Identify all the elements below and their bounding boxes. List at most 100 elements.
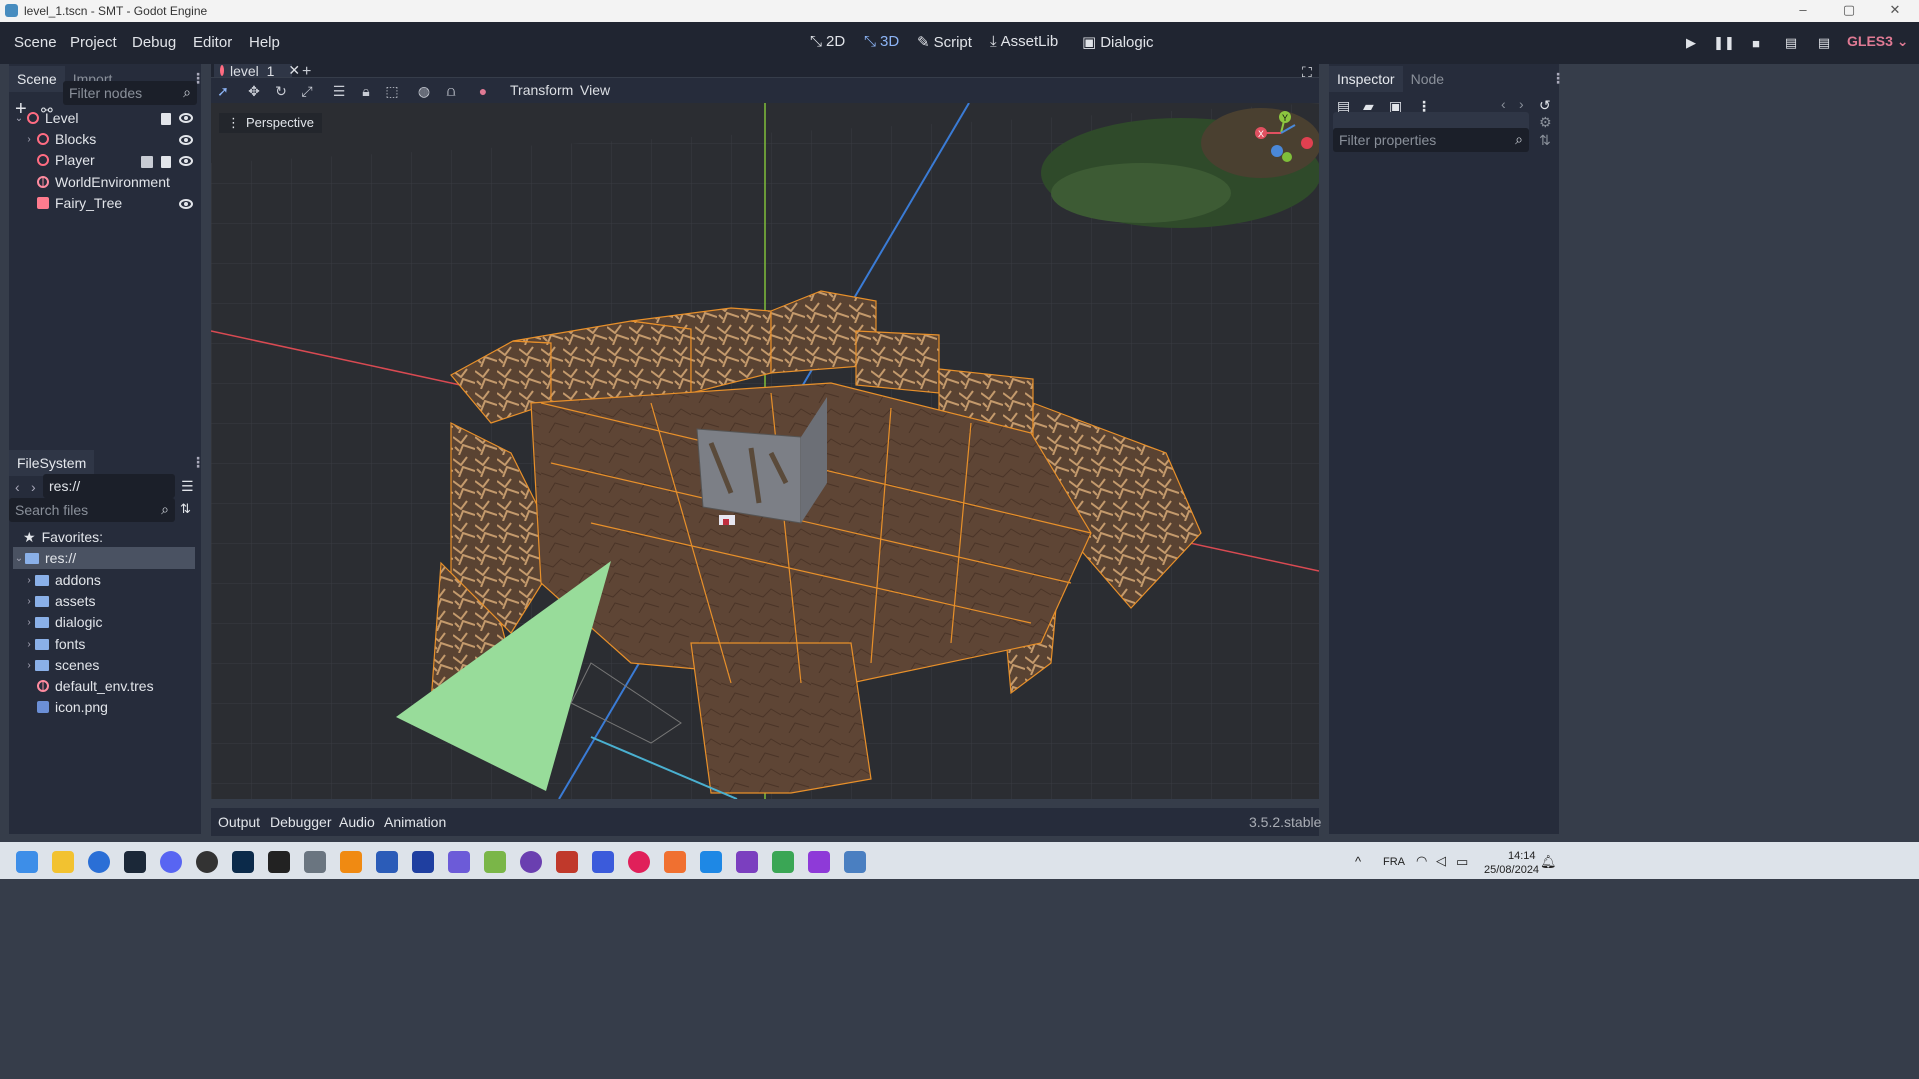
volume-icon[interactable]: ◁ [1436, 853, 1446, 869]
menu-debug[interactable]: Debug [132, 34, 176, 51]
lock-icon[interactable]: 🔒︎ [357, 82, 375, 100]
chevron-right-icon[interactable]: › [23, 596, 35, 607]
filter-nodes-input[interactable]: Filter nodes ⌕ [63, 81, 197, 105]
tree-node-player[interactable]: Player [35, 149, 95, 171]
script-attached-icon[interactable] [161, 113, 171, 125]
steam-icon[interactable] [124, 851, 146, 873]
menu-scene[interactable]: Scene [14, 34, 57, 51]
l-app-icon[interactable] [412, 851, 434, 873]
3d-viewport[interactable]: Y X ⋮ Perspective [211, 103, 1319, 799]
back-icon[interactable]: ‹ [15, 479, 20, 495]
terminal-icon[interactable] [592, 851, 614, 873]
chevron-right-icon[interactable]: › [23, 660, 35, 671]
chevron-right-icon[interactable]: › [23, 639, 35, 650]
tab-output[interactable]: Output [218, 814, 260, 830]
perspective-menu[interactable]: ⋮ Perspective [219, 113, 322, 133]
word-icon[interactable] [376, 851, 398, 873]
snap-icon[interactable]: ⩍ [442, 82, 460, 100]
minimize-button[interactable]: – [1780, 0, 1826, 22]
local-space-icon[interactable]: ◍ [415, 82, 433, 100]
group-icon[interactable]: ⬚ [383, 82, 401, 100]
windows-start-icon[interactable] [16, 851, 38, 873]
list-view-icon[interactable]: ☰ [181, 478, 194, 495]
visibility-eye-icon[interactable] [179, 135, 193, 145]
menu-project[interactable]: Project [70, 34, 117, 51]
visibility-eye-icon[interactable] [179, 156, 193, 166]
tab-debugger[interactable]: Debugger [270, 814, 332, 830]
list-select-icon[interactable]: ☰ [330, 82, 348, 100]
chevron-right-icon[interactable]: › [23, 575, 35, 586]
workspace-2d-button[interactable]: ⤡ 2D [810, 33, 845, 50]
renderer-dropdown[interactable]: GLES3 ⌄ [1847, 33, 1909, 50]
tab-node[interactable]: Node [1403, 66, 1452, 92]
vpn-icon[interactable] [448, 851, 470, 873]
app-green-icon[interactable] [772, 851, 794, 873]
unity-icon[interactable] [268, 851, 290, 873]
clock-time[interactable]: 14:14 [1508, 850, 1536, 862]
pause-icon[interactable]: ❚❚ [1713, 32, 1735, 54]
battery-icon[interactable]: ▭ [1456, 854, 1468, 870]
menu-editor[interactable]: Editor [193, 34, 232, 51]
history-forward-icon[interactable]: › [1519, 96, 1524, 112]
file-explorer-icon[interactable] [52, 851, 74, 873]
open-scene-icon[interactable] [141, 156, 153, 168]
file-item[interactable]: default_env.tres [35, 675, 154, 697]
firefox-icon[interactable] [88, 851, 110, 873]
play-scene-icon[interactable]: ▤ [1780, 32, 1802, 54]
search-files-input[interactable]: Search files ⌕ [9, 498, 175, 522]
transform-menu[interactable]: Transform [510, 82, 573, 98]
menu-help[interactable]: Help [249, 34, 280, 51]
image-app-icon[interactable] [304, 851, 326, 873]
favorites-row[interactable]: ★ Favorites: [23, 526, 103, 548]
discord-icon[interactable] [160, 851, 182, 873]
play-custom-scene-icon[interactable]: ▤ [1813, 32, 1835, 54]
close-window-button[interactable]: ✕ [1872, 0, 1918, 22]
filter-properties-input[interactable]: Filter properties ⌕ [1333, 128, 1529, 152]
tab-filesystem[interactable]: FileSystem [9, 450, 95, 476]
rotate-tool-icon[interactable]: ↻ [272, 82, 290, 100]
godot-app-icon[interactable] [808, 851, 830, 873]
visual-studio-icon[interactable] [736, 851, 758, 873]
play-icon[interactable]: ▶ [1680, 32, 1702, 54]
path-field[interactable]: res:// [43, 474, 175, 498]
tab-audio[interactable]: Audio [339, 814, 375, 830]
language-indicator[interactable]: FRA [1383, 856, 1405, 868]
chevron-right-icon[interactable]: › [23, 134, 35, 145]
forward-icon[interactable]: › [31, 479, 36, 495]
folder-item[interactable]: › scenes [23, 654, 99, 676]
camera-override-icon[interactable]: ● [474, 82, 492, 100]
tab-inspector[interactable]: Inspector [1329, 66, 1403, 92]
select-tool-icon[interactable]: ➚ [214, 82, 232, 100]
tray-chevron-icon[interactable]: ^ [1355, 854, 1361, 869]
visibility-eye-icon[interactable] [179, 199, 193, 209]
folder-item[interactable]: › assets [23, 590, 95, 612]
visibility-eye-icon[interactable] [179, 113, 193, 123]
folder-item[interactable]: › fonts [23, 633, 85, 655]
tree-node-worldenvironment[interactable]: WorldEnvironment [35, 171, 170, 193]
app-orange-icon[interactable] [664, 851, 686, 873]
history-icon[interactable]: ↺ [1539, 97, 1551, 114]
godot-editor-icon[interactable] [844, 851, 866, 873]
view-menu[interactable]: View [580, 82, 610, 98]
chevron-down-icon[interactable]: ⌄ [13, 553, 25, 564]
workspace-3d-button[interactable]: ⤡ 3D [864, 33, 899, 50]
object-properties-icon[interactable]: ⚙ [1539, 114, 1552, 131]
folder-res-root[interactable]: ⌄ res:// [13, 547, 195, 569]
photoshop-icon[interactable] [232, 851, 254, 873]
vscode-icon[interactable] [700, 851, 722, 873]
scale-tool-icon[interactable]: ⤢ [298, 82, 316, 100]
wifi-icon[interactable]: ◠ [1416, 853, 1427, 869]
obs-icon[interactable] [196, 851, 218, 873]
filezilla-icon[interactable] [556, 851, 578, 873]
maximize-button[interactable]: ▢ [1826, 0, 1872, 22]
tree-node-fairy-tree[interactable]: Fairy_Tree [35, 192, 122, 214]
filesystem-menu-icon[interactable]: ⋮ [191, 454, 205, 471]
app-red-icon[interactable] [628, 851, 650, 873]
file-item[interactable]: icon.png [35, 696, 108, 718]
tree-node-blocks[interactable]: › Blocks [23, 128, 96, 150]
notification-icon[interactable]: 🔔︎ [1540, 854, 1557, 870]
workspace-script-button[interactable]: ✎ Script [917, 33, 972, 52]
workspace-assetlib-button[interactable]: ⤓ AssetLib [990, 33, 1058, 50]
tab-animation[interactable]: Animation [384, 814, 446, 830]
script-attached-icon[interactable] [161, 156, 171, 168]
